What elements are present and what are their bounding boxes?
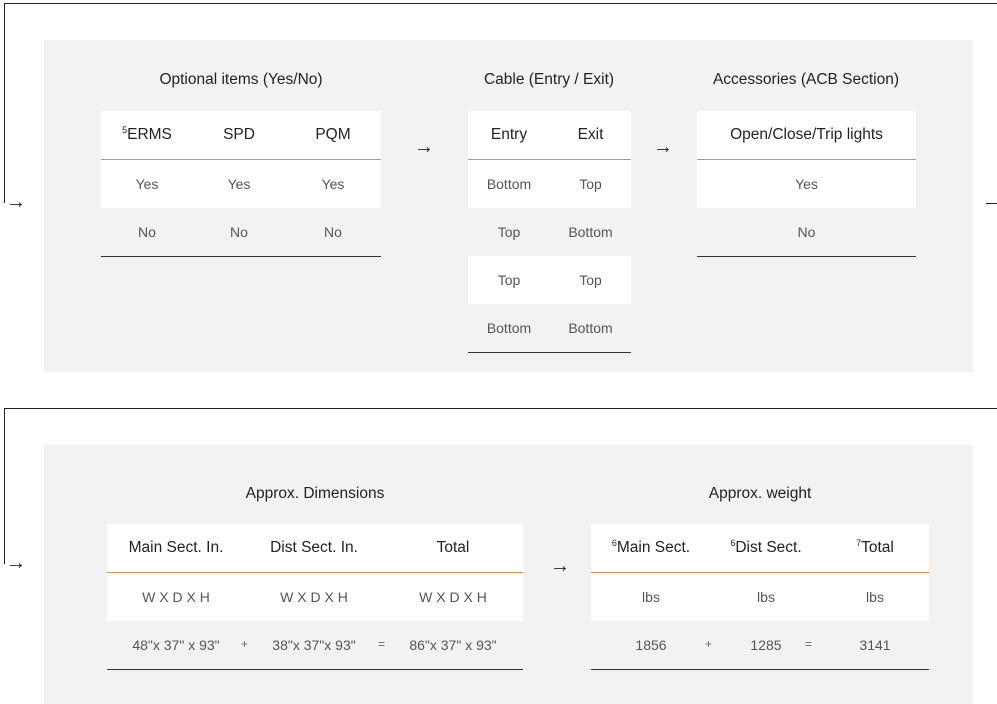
- accessories-table: Open/Close/Trip lights Yes No: [697, 111, 916, 257]
- column-header-dist-sect: Dist Sect. In.: [270, 539, 358, 556]
- column-header-main-sect: Main Sect. In.: [128, 539, 224, 556]
- cable-table: Entry Exit Bottom Top Top Bottom Top Top…: [468, 111, 631, 353]
- table-row: W X D X H W X D X H W X D X H: [107, 573, 523, 621]
- table-cell: 86"x 37" x 93": [409, 637, 497, 653]
- step-arrow-icon: →: [414, 136, 434, 158]
- table-cell: Yes: [227, 176, 251, 192]
- table-header-row: Open/Close/Trip lights: [697, 111, 916, 160]
- table-cell: 48"x 37" x 93": [132, 637, 220, 653]
- table-cell: W X D X H: [142, 589, 210, 605]
- equals-sign: =: [805, 637, 813, 651]
- flow-arrow-right-icon: →: [6, 191, 26, 213]
- column-header-label: Main Sect.: [616, 539, 691, 556]
- table-cell: Top: [579, 176, 602, 192]
- accessories-title: Accessories (ACB Section): [712, 71, 900, 88]
- column-header-dist-sect: 6Dist Sect.: [711, 538, 821, 557]
- optional-items-title: Optional items (Yes/No): [159, 71, 323, 88]
- table-row: No No No: [101, 208, 381, 256]
- column-header-spd: SPD: [193, 126, 285, 144]
- dimensions-table: Main Sect. In. Dist Sect. In. Total W X …: [107, 524, 523, 670]
- flow-line-top-vertical: [4, 3, 6, 203]
- table-row: Bottom Top: [468, 160, 631, 208]
- column-header-erms: 5ERMS: [101, 125, 193, 144]
- table-bottom-rule: [697, 256, 916, 257]
- table-row: Bottom Bottom: [468, 304, 631, 352]
- table-cell: 38"x 37"x 93": [272, 637, 356, 653]
- plus-sign: +: [241, 637, 249, 651]
- table-cell: lbs: [642, 589, 660, 605]
- table-cell: Top: [579, 272, 602, 288]
- table-cell: Yes: [321, 176, 345, 192]
- flow-line-bottom-vertical: [4, 408, 6, 564]
- flow-line-top-horizontal: [4, 3, 997, 5]
- column-header-entry: Entry: [490, 126, 528, 143]
- table-cell: No: [138, 224, 156, 240]
- table-row: No: [697, 208, 916, 256]
- column-header-label: SPD: [223, 126, 255, 143]
- table-cell: lbs: [757, 589, 775, 605]
- table-cell: Top: [497, 224, 521, 240]
- column-header-label: PQM: [315, 126, 351, 143]
- column-header-exit: Exit: [577, 126, 604, 143]
- table-row: Yes: [697, 160, 916, 208]
- weight-table: 6Main Sect. 6Dist Sect. 7Total lbs lbs l…: [591, 524, 929, 670]
- table-cell: 3141: [859, 637, 891, 653]
- weight-title: Approx. weight: [708, 485, 812, 502]
- table-header-row: Main Sect. In. Dist Sect. In. Total: [107, 524, 523, 573]
- table-row: 1856 1285 3141 + =: [591, 621, 929, 669]
- table-row: Top Bottom: [468, 208, 631, 256]
- column-header-pqm: PQM: [285, 126, 381, 144]
- table-cell: W X D X H: [280, 589, 348, 605]
- plus-sign: +: [705, 637, 713, 651]
- table-header-row: 6Main Sect. 6Dist Sect. 7Total: [591, 524, 929, 573]
- table-cell: 1856: [635, 637, 667, 653]
- column-header-label: ERMS: [127, 126, 172, 143]
- table-row: Top Top: [468, 256, 631, 304]
- table-cell: Bottom: [486, 176, 532, 192]
- optional-items-table: 5ERMS SPD PQM Yes Yes Yes No No No: [101, 111, 381, 257]
- flow-line-right-stub: [986, 203, 997, 205]
- table-cell: Yes: [795, 176, 818, 192]
- equals-sign: =: [378, 637, 386, 651]
- table-cell: No: [230, 224, 248, 240]
- step-arrow-icon: →: [653, 136, 673, 158]
- column-header-lights: Open/Close/Trip lights: [730, 126, 883, 143]
- table-bottom-rule: [468, 352, 631, 353]
- column-header-label: Dist Sect.: [735, 539, 802, 556]
- column-header-main-sect: 6Main Sect.: [591, 538, 711, 557]
- table-cell: W X D X H: [419, 589, 487, 605]
- dimensions-title: Approx. Dimensions: [245, 485, 385, 502]
- table-cell: lbs: [866, 589, 884, 605]
- table-cell: Bottom: [568, 224, 613, 240]
- table-cell: No: [324, 224, 342, 240]
- step-arrow-icon: →: [550, 555, 570, 577]
- table-cell: Bottom: [486, 320, 532, 336]
- column-header-total: Total: [436, 539, 470, 556]
- table-row: lbs lbs lbs: [591, 573, 929, 621]
- table-header-row: 5ERMS SPD PQM: [101, 111, 381, 160]
- table-bottom-rule: [107, 669, 523, 670]
- column-header-total: 7Total: [821, 538, 929, 557]
- table-bottom-rule: [591, 669, 929, 670]
- table-cell: No: [797, 224, 816, 240]
- table-header-row: Entry Exit: [468, 111, 631, 160]
- flow-arrow-right-icon: →: [6, 552, 26, 574]
- flow-line-bottom-horizontal: [4, 408, 997, 410]
- cable-title: Cable (Entry / Exit): [483, 71, 615, 88]
- table-row: 48"x 37" x 93" 38"x 37"x 93" 86"x 37" x …: [107, 621, 523, 669]
- table-cell: Top: [497, 272, 521, 288]
- table-row: Yes Yes Yes: [101, 160, 381, 208]
- table-bottom-rule: [101, 256, 381, 257]
- column-header-label: Total: [861, 539, 894, 556]
- table-cell: Yes: [135, 176, 159, 192]
- table-cell: Bottom: [568, 320, 613, 336]
